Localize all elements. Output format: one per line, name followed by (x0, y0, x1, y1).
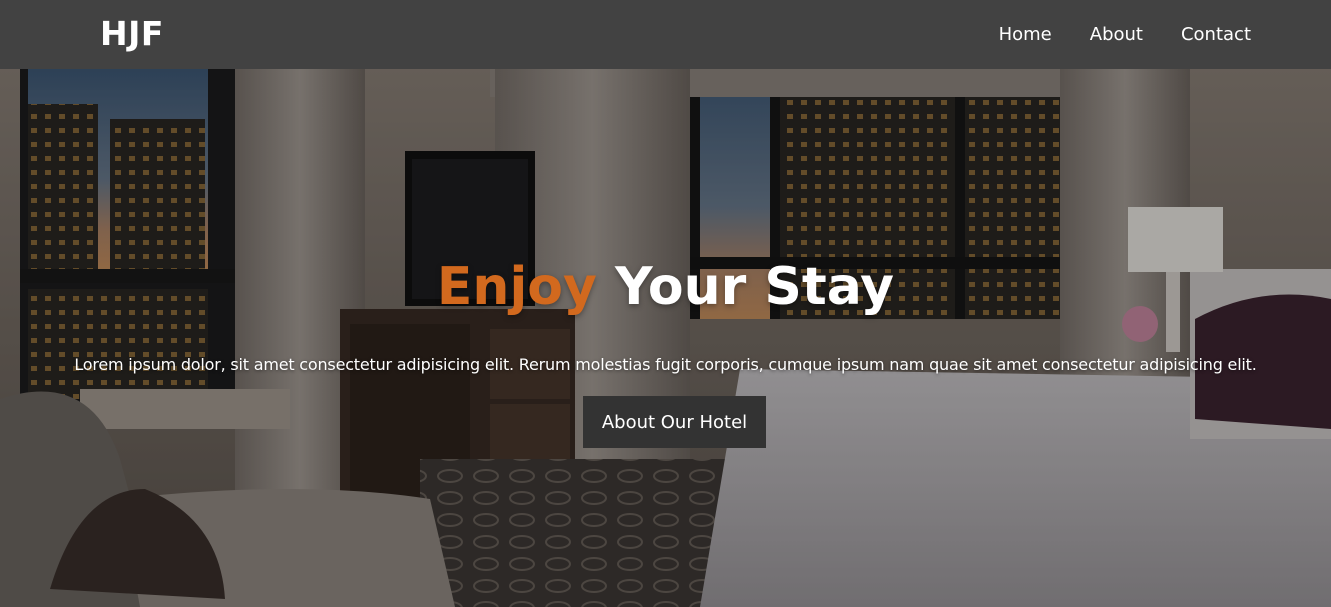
hero-title: Enjoy Your Stay (0, 255, 1331, 319)
hero-content: Enjoy Your Stay Lorem ipsum dolor, sit a… (0, 69, 1331, 607)
hero-title-rest: Your Stay (596, 257, 895, 317)
hero-section: Enjoy Your Stay Lorem ipsum dolor, sit a… (0, 69, 1331, 607)
hero-description: Lorem ipsum dolor, sit amet consectetur … (74, 355, 1257, 374)
navbar: HJF Home About Contact (0, 0, 1331, 69)
nav-link-home[interactable]: Home (999, 24, 1052, 45)
nav-link-about[interactable]: About (1090, 24, 1143, 45)
brand-logo[interactable]: HJF (100, 14, 164, 54)
nav-link-contact[interactable]: Contact (1181, 24, 1251, 45)
about-hotel-button[interactable]: About Our Hotel (583, 396, 766, 448)
nav-links: Home About Contact (999, 0, 1251, 69)
hero-title-accent: Enjoy (436, 257, 597, 317)
